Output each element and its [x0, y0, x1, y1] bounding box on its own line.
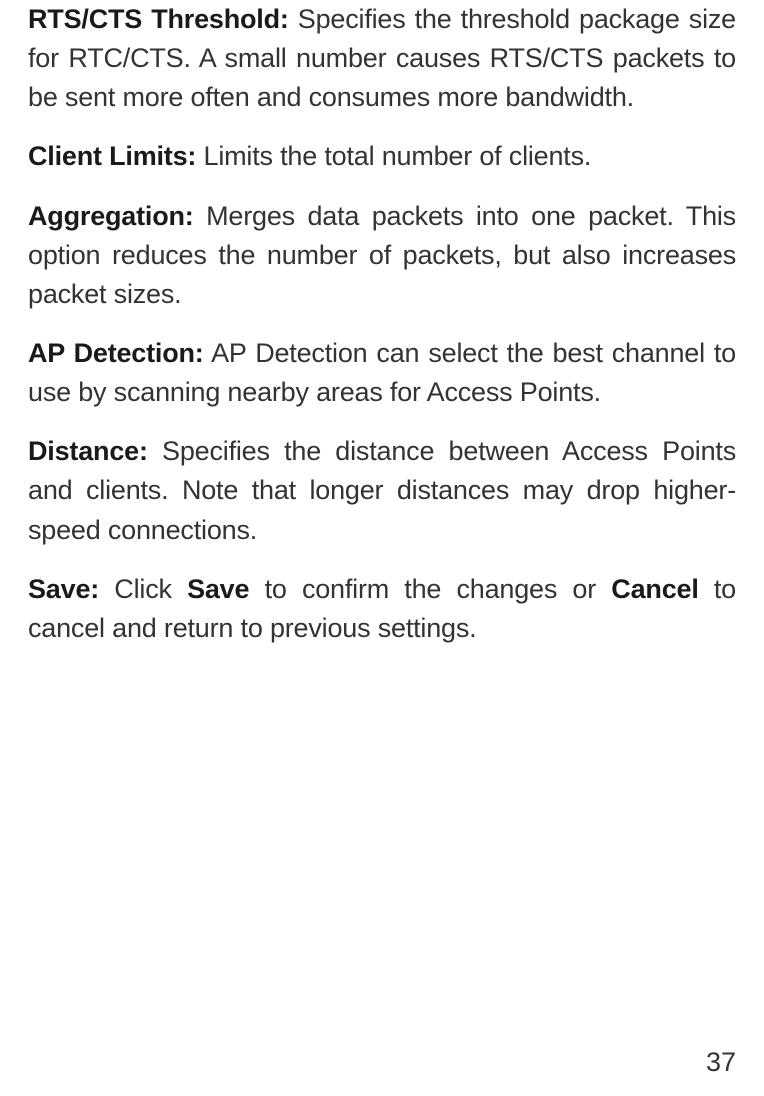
save-bold: Save: [187, 574, 249, 604]
definition-save: Save: Click Save to confirm the changes …: [28, 570, 736, 648]
definition-client-limits: Client Limits: Limits the total number o…: [28, 137, 736, 176]
definition-aggregation: Aggregation: Merges data packets into on…: [28, 197, 736, 314]
text-segment: Click: [99, 574, 187, 604]
term-label: AP Detection:: [28, 338, 204, 368]
definition-distance: Distance: Specifies the distance between…: [28, 432, 736, 549]
definition-rts-cts: RTS/CTS Threshold: Specifies the thresho…: [28, 0, 736, 117]
term-description: Limits the total number of clients.: [196, 141, 591, 171]
term-label: RTS/CTS Threshold:: [28, 4, 289, 34]
term-label: Save:: [28, 574, 99, 604]
definition-ap-detection: AP Detection: AP Detection can select th…: [28, 334, 736, 412]
page-number: 37: [706, 1043, 736, 1082]
term-label: Client Limits:: [28, 141, 196, 171]
cancel-bold: Cancel: [611, 574, 698, 604]
text-segment: to confirm the changes or: [249, 574, 611, 604]
term-label: Distance:: [28, 436, 148, 466]
term-label: Aggregation:: [28, 201, 194, 231]
